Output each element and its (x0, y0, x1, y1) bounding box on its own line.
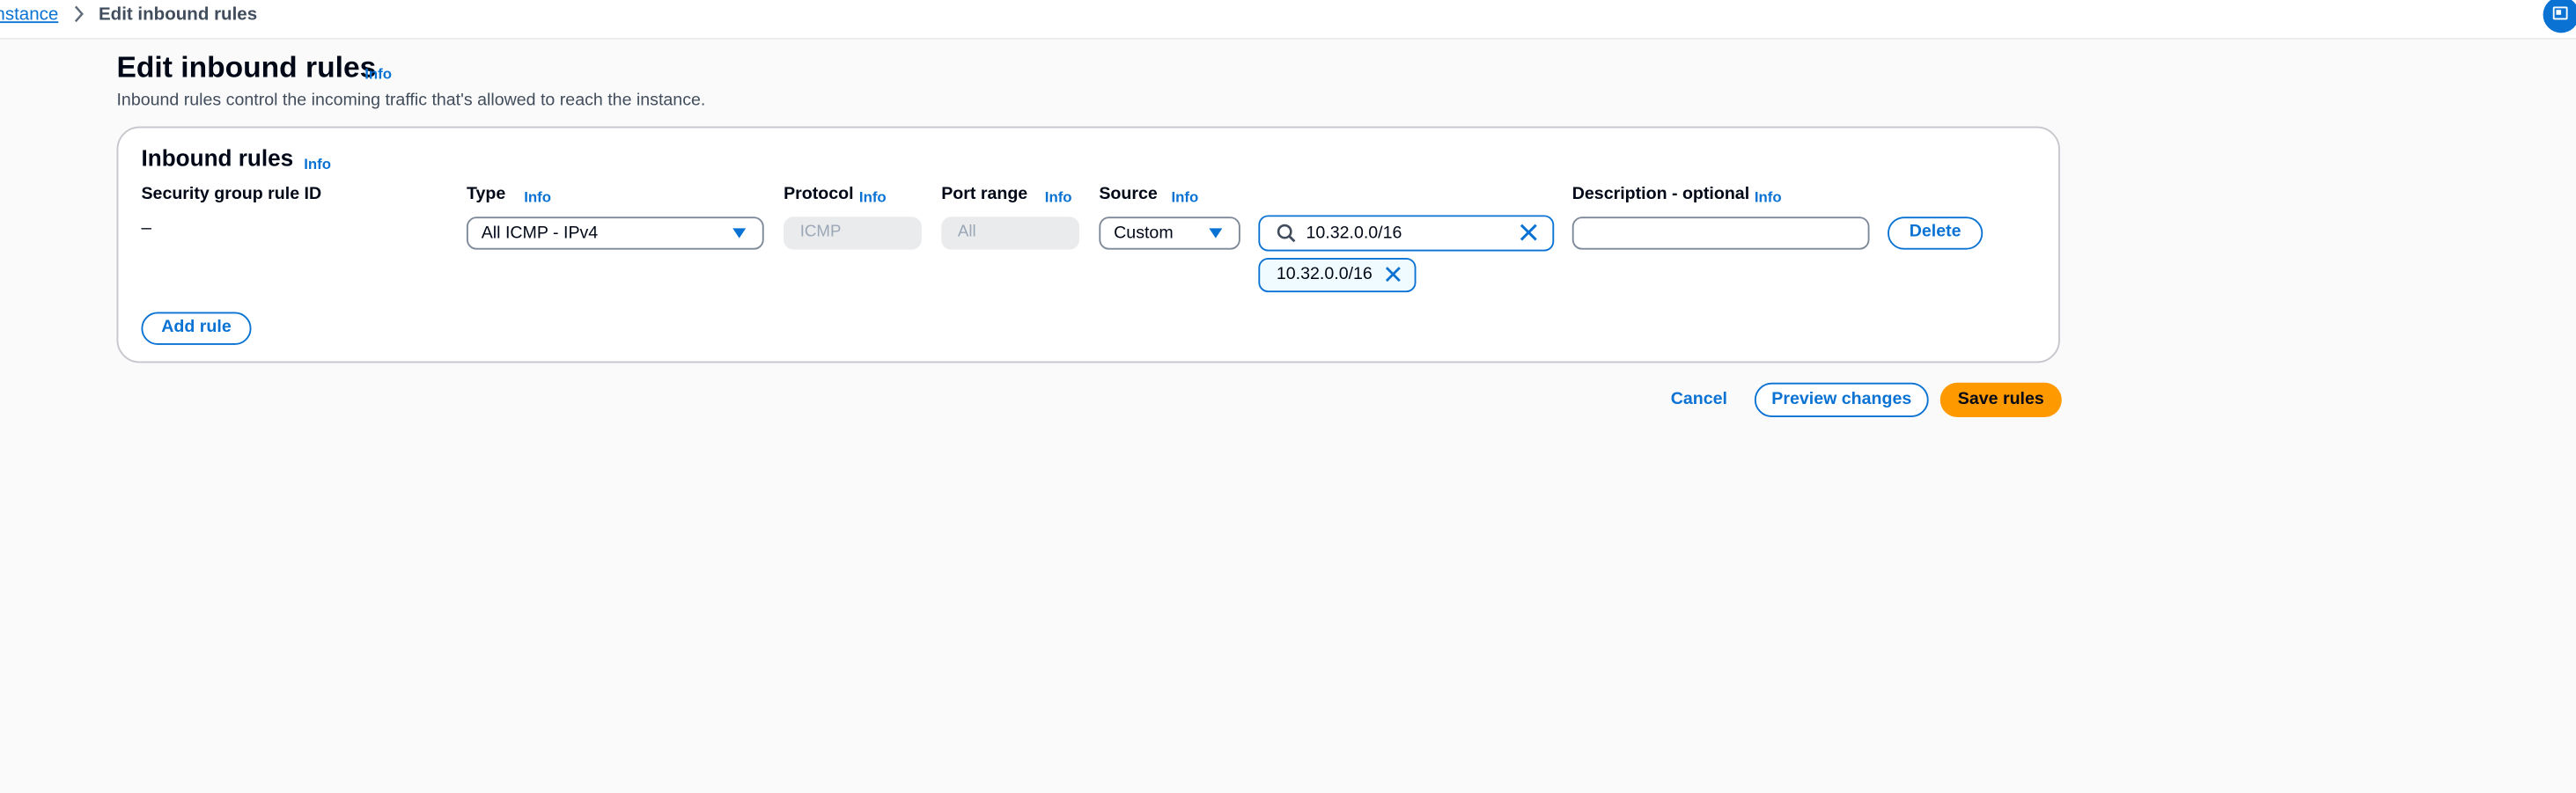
chevron-right-icon (72, 5, 85, 28)
type-select[interactable]: All ICMP - IPv4 (466, 217, 764, 250)
type-select-value: All ICMP - IPv4 (481, 223, 599, 244)
protocol-field: ICMP (784, 217, 922, 250)
port-range-info-link[interactable]: Info (1045, 189, 1072, 206)
breadcrumb-current: Edit inbound rules (98, 4, 258, 25)
type-info-link[interactable]: Info (524, 189, 551, 206)
preview-changes-button[interactable]: Preview changes (1754, 382, 1929, 417)
page-title: Edit inbound rules (116, 50, 377, 84)
close-icon[interactable] (1518, 222, 1539, 243)
source-header: Source (1099, 183, 1158, 204)
save-rules-button[interactable]: Save rules (1939, 382, 2062, 417)
breadcrumb: nstance Edit inbound rules (0, 0, 2576, 40)
search-icon (1277, 224, 1296, 243)
source-select-value: Custom (1114, 223, 1174, 244)
type-header: Type (466, 183, 506, 204)
caret-down-icon (1209, 228, 1223, 239)
window-icon[interactable] (2543, 0, 2576, 33)
cidr-input-value: 10.32.0.0/16 (1306, 223, 1402, 244)
remove-token-icon[interactable] (1383, 264, 1402, 283)
protocol-info-link[interactable]: Info (859, 189, 887, 206)
breadcrumb-instance-link[interactable]: nstance (0, 5, 58, 25)
page-title-info-link[interactable]: Info (364, 66, 392, 83)
panel-title: Inbound rules (141, 144, 294, 172)
description-info-link[interactable]: Info (1755, 189, 1782, 206)
delete-button[interactable]: Delete (1888, 217, 1984, 250)
cidr-token-label: 10.32.0.0/16 (1276, 264, 1373, 284)
description-header: Description - optional (1571, 183, 1750, 204)
caret-down-icon (732, 228, 747, 239)
panel-title-info-link[interactable]: Info (304, 156, 331, 173)
cidr-token: 10.32.0.0/16 (1258, 257, 1417, 293)
page-description: Inbound rules control the incoming traff… (116, 90, 706, 111)
protocol-header: Protocol (784, 183, 854, 204)
add-rule-button[interactable]: Add rule (141, 312, 252, 345)
port-range-field: All (941, 217, 1079, 250)
source-select[interactable]: Custom (1099, 217, 1240, 250)
rule-id-value: – (141, 218, 151, 239)
cidr-search-input[interactable]: 10.32.0.0/16 (1258, 215, 1555, 252)
port-range-header: Port range (941, 183, 1028, 204)
source-info-link[interactable]: Info (1171, 189, 1198, 206)
cancel-button[interactable]: Cancel (1671, 389, 1727, 408)
rule-id-header: Security group rule ID (141, 183, 322, 204)
description-input[interactable] (1571, 217, 1870, 250)
